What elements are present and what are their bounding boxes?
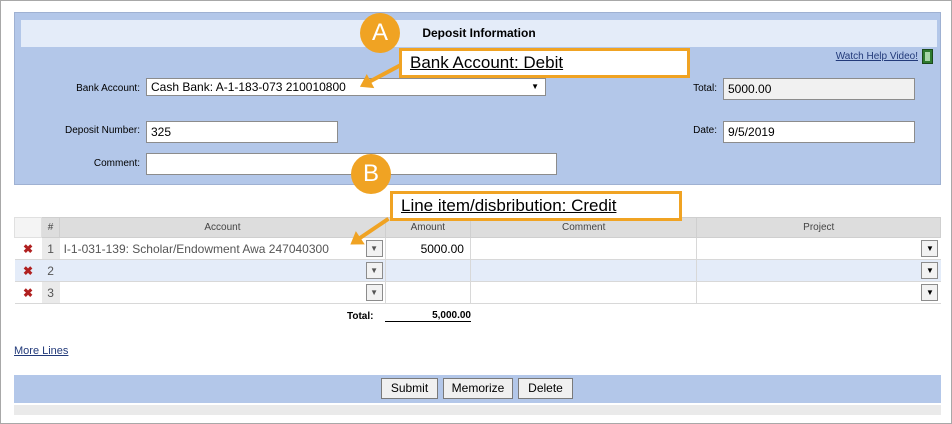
window-frame: Deposit Information Watch Help Video! Ba…	[0, 0, 952, 424]
panel-title: Deposit Information	[422, 26, 536, 40]
distribution-grid: # Account Amount Comment Project ✖ 1 I-1…	[13, 217, 941, 304]
delete-row-x-icon[interactable]: ✖	[14, 259, 42, 282]
comment-label: Comment:	[93, 158, 140, 169]
comment-cell[interactable]	[470, 281, 698, 304]
grid-total-label: Total:	[347, 311, 374, 322]
chevron-down-icon[interactable]: ▼	[365, 284, 383, 301]
account-cell[interactable]: ▼	[59, 281, 386, 304]
deposit-information-panel: Deposit Information Watch Help Video! Ba…	[14, 12, 941, 185]
table-row: ✖ 1 I-1-031-139: Scholar/Endowment Awa 2…	[14, 237, 941, 260]
account-value: I-1-031-139: Scholar/Endowment Awa 24704…	[63, 241, 329, 256]
row-number: 3	[41, 281, 60, 304]
date-input[interactable]: 9/5/2019	[723, 121, 915, 143]
total-label: Total:	[693, 83, 717, 94]
annotation-a-callout: Bank Account: Debit	[399, 48, 690, 78]
date-label: Date:	[693, 125, 717, 136]
chevron-down-icon[interactable]: ▼	[921, 262, 939, 279]
delete-row-x-icon[interactable]: ✖	[14, 281, 42, 304]
table-row: ✖ 3 ▼ ▼	[14, 281, 941, 304]
deposit-number-input[interactable]: 325	[146, 121, 338, 143]
annotation-a-badge: A	[360, 13, 400, 53]
table-row: ✖ 2 ▼ ▼	[14, 259, 941, 282]
button-bar: Submit Memorize Delete	[14, 375, 941, 403]
row-number: 1	[41, 237, 60, 260]
account-cell[interactable]: I-1-031-139: Scholar/Endowment Awa 24704…	[59, 237, 386, 260]
comment-cell[interactable]	[470, 237, 698, 260]
total-field: 5000.00	[723, 78, 915, 100]
amount-cell[interactable]	[385, 281, 471, 304]
help-video-link[interactable]: Watch Help Video!	[836, 51, 918, 62]
grid-total-value: 5,000.00	[385, 310, 471, 322]
chevron-down-icon[interactable]: ▼	[365, 240, 383, 257]
bank-account-label: Bank Account:	[76, 83, 140, 94]
annotation-b-badge: B	[351, 154, 391, 194]
bottom-strip	[14, 405, 941, 415]
row-number: 2	[41, 259, 60, 282]
comment-cell[interactable]	[470, 259, 698, 282]
delete-button[interactable]: Delete	[518, 378, 573, 399]
chevron-down-icon[interactable]: ▼	[365, 262, 383, 279]
amount-cell[interactable]	[385, 259, 471, 282]
panel-header: Deposit Information	[21, 20, 937, 47]
amount-cell[interactable]: 5000.00	[385, 237, 471, 260]
chevron-down-icon[interactable]: ▼	[921, 284, 939, 301]
row-number-header: #	[41, 217, 61, 238]
annotation-b-callout: Line item/disbribution: Credit	[390, 191, 682, 221]
project-column-header: Project	[696, 217, 941, 238]
account-column-header: Account	[59, 217, 386, 238]
annotation-a-text: Bank Account: Debit	[410, 53, 564, 72]
bank-account-value: Cash Bank: A-1-183-073 210010800	[151, 80, 346, 94]
more-lines-link[interactable]: More Lines	[14, 345, 68, 357]
delete-column-header	[13, 217, 43, 238]
bank-account-select[interactable]: Cash Bank: A-1-183-073 210010800	[146, 78, 546, 96]
film-icon[interactable]	[922, 49, 933, 64]
deposit-number-label: Deposit Number:	[64, 125, 140, 136]
submit-button[interactable]: Submit	[381, 378, 438, 399]
project-cell[interactable]: ▼	[696, 237, 941, 260]
chevron-down-icon[interactable]: ▼	[921, 240, 939, 257]
annotation-b-text: Line item/disbribution: Credit	[401, 196, 617, 215]
account-cell[interactable]: ▼	[59, 259, 386, 282]
project-cell[interactable]: ▼	[696, 259, 941, 282]
memorize-button[interactable]: Memorize	[443, 378, 513, 399]
project-cell[interactable]: ▼	[696, 281, 941, 304]
delete-row-x-icon[interactable]: ✖	[14, 237, 42, 260]
